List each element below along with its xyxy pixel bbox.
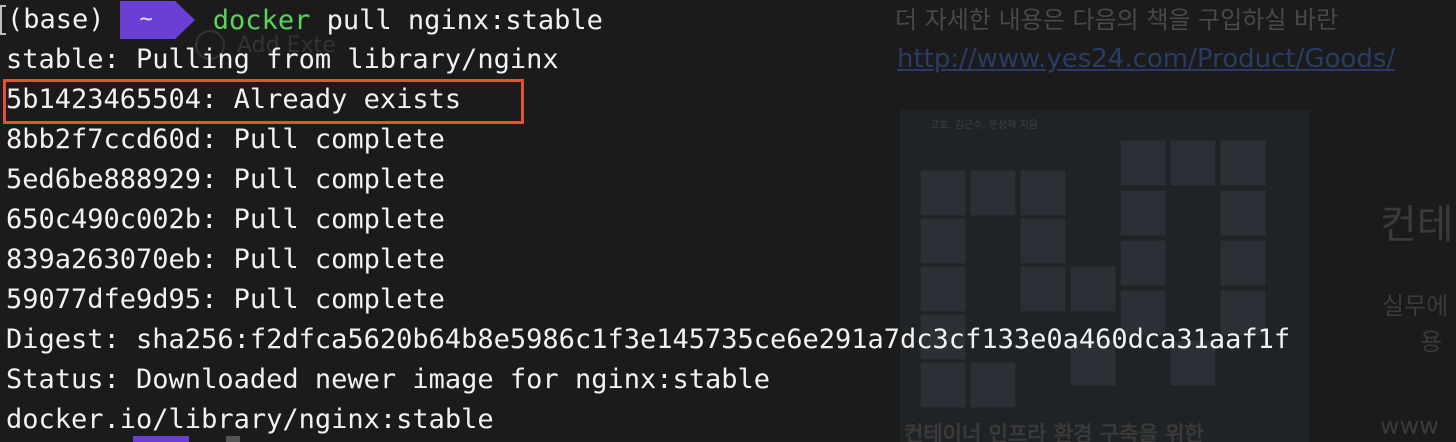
highlight-annotation-box — [3, 79, 524, 124]
prompt-arrow-icon — [174, 1, 195, 39]
output-line: 5ed6be888929: Pull complete — [6, 164, 445, 195]
next-prompt-cursor — [226, 436, 240, 442]
command-arguments: pull nginx:stable — [310, 4, 603, 36]
prompt-directory-segment: ~ — [119, 1, 175, 39]
image-reference-line: docker.io/library/nginx:stable — [6, 404, 494, 435]
shell-prompt: (base) ~ docker pull nginx:stable — [0, 0, 603, 40]
output-line: 839a263070eb: Pull complete — [6, 244, 445, 275]
output-line: 650c490c002b: Pull complete — [6, 204, 445, 235]
output-line: stable: Pulling from library/nginx — [6, 44, 559, 75]
cursor-bracket-icon — [0, 5, 6, 35]
status-line: Status: Downloaded newer image for nginx… — [6, 364, 771, 395]
command-name: docker — [212, 4, 311, 36]
digest-line: Digest: sha256:f2dfca5620b64b8e5986c1f3e… — [6, 324, 1291, 355]
terminal-window: 더 자세한 내용은 다음의 책을 구입하실 바란 http://www.yes2… — [0, 0, 1456, 442]
output-line: 8bb2f7ccd60d: Pull complete — [6, 124, 445, 155]
conda-env-label: (base) — [7, 4, 105, 35]
output-line: 59077dfe9d95: Pull complete — [6, 284, 445, 315]
terminal-output[interactable]: (base) ~ docker pull nginx:stable stable… — [0, 0, 1456, 442]
next-prompt-segment — [133, 436, 189, 442]
